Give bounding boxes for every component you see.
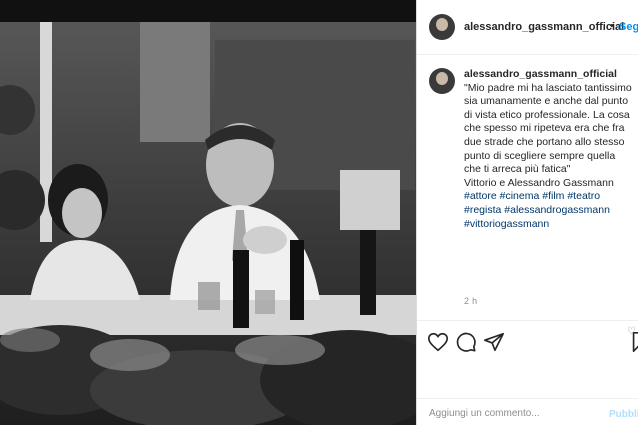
hashtag-link[interactable]: #film <box>542 190 564 202</box>
avatar[interactable] <box>429 14 455 40</box>
caption-username-link[interactable]: alessandro_gassmann_official <box>464 68 617 80</box>
comment-icon[interactable] <box>455 331 477 353</box>
heart-icon[interactable] <box>427 331 449 353</box>
timestamp[interactable]: 2 h <box>464 296 477 306</box>
username-link[interactable]: alessandro_gassmann_official <box>464 21 624 33</box>
caption-avatar[interactable] <box>429 68 455 94</box>
hashtag-link[interactable]: #teatro <box>567 190 600 202</box>
hashtag-link[interactable]: #vittoriogassmann <box>464 218 549 230</box>
bookmark-icon[interactable] <box>629 331 638 353</box>
hashtag-link[interactable]: #attore <box>464 190 497 202</box>
caption-people: Vittorio e Alessandro Gassmann <box>464 176 614 189</box>
comment-bar: Pubblica <box>417 398 638 426</box>
caption: alessandro_gassmann_official "Mio padre … <box>464 68 634 231</box>
post-photo[interactable] <box>0 0 416 425</box>
post-side-panel: alessandro_gassmann_official • Segui ale… <box>417 0 638 425</box>
post-header: alessandro_gassmann_official • Segui <box>417 0 638 55</box>
comment-input[interactable] <box>429 408 589 419</box>
share-icon[interactable] <box>483 331 505 353</box>
action-bar <box>417 320 638 361</box>
hashtag-link[interactable]: #alessandrogassmann <box>504 204 610 216</box>
hashtag-link[interactable]: #cinema <box>500 190 540 202</box>
publish-button[interactable]: Pubblica <box>609 409 638 420</box>
caption-text: "Mio padre mi ha lasciato tantissimo sia… <box>464 81 632 176</box>
follow-button[interactable]: Segui <box>619 21 638 33</box>
hashtag-link[interactable]: #regista <box>464 204 501 216</box>
header-separator: • <box>610 20 614 32</box>
